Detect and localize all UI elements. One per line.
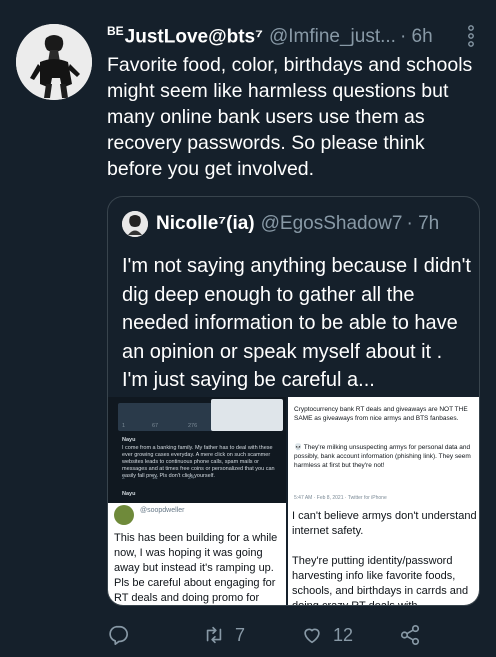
screenshot-meta: 5:47 AM · Feb 8, 2021 · Twitter for iPho… [294, 495, 387, 501]
screenshot-tweet: I can't believe armys don't understand i… [288, 507, 479, 606]
display-name[interactable]: BEJustLove@bts⁷ [107, 24, 263, 48]
like-count: 12 [333, 624, 354, 645]
screenshot-count: 67 [152, 423, 159, 429]
tweet[interactable]: BEJustLove@bts⁷ @Imfine_just... · 6h Fav… [0, 0, 496, 657]
screenshot-handle: Nayu [122, 437, 136, 443]
retweet-count: 7 [235, 624, 246, 645]
quoted-display-name: Nicolle⁷(ia) [156, 213, 255, 234]
screenshot-count: 1 [122, 423, 126, 429]
screenshot-text: Cryptocurrency bank RT deals and giveawa… [294, 406, 468, 422]
screenshot-light-tweet: @soopdweller This has been building for … [108, 503, 286, 605]
quoted-media[interactable]: 1 67 276 Nayu I come from a banking fami… [108, 397, 479, 606]
media-image-left[interactable]: 1 67 276 Nayu I come from a banking fami… [108, 397, 286, 605]
quoted-timestamp: · 7h [406, 213, 440, 234]
user-handle[interactable]: @Imfine_just... [269, 26, 396, 48]
share-button[interactable] [399, 620, 421, 650]
reply-icon [109, 625, 128, 645]
screenshot-count: 24 [188, 475, 195, 481]
quoted-tweet-text: I'm not saying anything because I didn't… [122, 255, 471, 391]
screenshot-handle: Nayu [122, 491, 136, 497]
media-image-right[interactable]: Cryptocurrency bank RT deals and giveawa… [288, 397, 479, 606]
quoted-user-handle: @EgosShadow7 [260, 213, 403, 234]
screenshot-document [211, 399, 283, 431]
display-name-text: JustLove@bts⁷ [124, 26, 263, 48]
like-button[interactable]: 12 [301, 620, 353, 650]
tweet-text: Favorite food, color, birthdays and scho… [107, 54, 473, 180]
tweet-header: BEJustLove@bts⁷ @Imfine_just... · 6h [107, 24, 487, 50]
timestamp[interactable]: · 6h [400, 26, 433, 48]
screenshot-text: 💀 They're milking unsuspecting armys for… [294, 444, 471, 469]
screenshot-text: I can't believe armys don't understand i… [292, 510, 477, 606]
tweet-actions: 7 12 [107, 620, 427, 650]
retweet-icon [206, 626, 222, 644]
screenshot-count: 276 [188, 423, 198, 429]
screenshot-count: 11 [152, 475, 158, 481]
reply-button[interactable] [107, 620, 129, 650]
screenshot-dark-tweet: 1 67 276 Nayu I come from a banking fami… [108, 397, 286, 503]
screenshot-handle: @soopdweller [140, 507, 185, 514]
screenshot-text: This has been building for a while now, … [114, 532, 278, 604]
quoted-tweet-header: Nicolle⁷(ia) @EgosShadow7 · 7h [122, 211, 439, 237]
share-icon [400, 625, 420, 645]
heart-icon [304, 628, 320, 644]
screenshot-count: 2 [122, 475, 126, 481]
avatar[interactable] [16, 24, 92, 100]
quoted-avatar [122, 211, 148, 237]
quoted-tweet[interactable]: Nicolle⁷(ia) @EgosShadow7 · 7h I'm not s… [107, 196, 480, 606]
screenshot-tweet: Cryptocurrency bank RT deals and giveawa… [288, 397, 479, 507]
retweet-button[interactable]: 7 [203, 620, 245, 650]
name-prefix: BE [107, 24, 124, 38]
vertical-dots-icon[interactable] [466, 24, 476, 48]
screenshot-text: I come from a banking family. My father … [122, 445, 275, 479]
screenshot-avatar [114, 505, 134, 525]
